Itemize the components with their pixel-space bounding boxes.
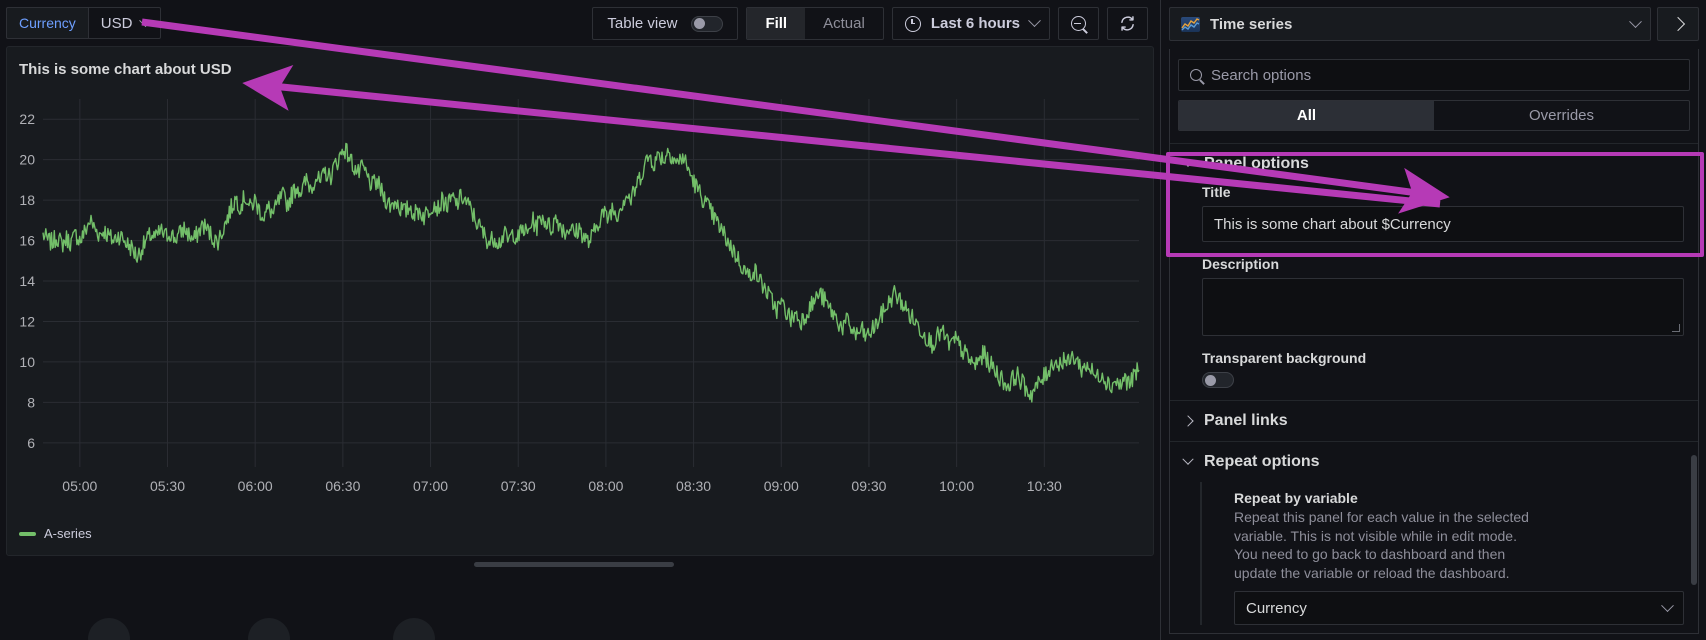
time-series-icon [1181,16,1200,32]
collapse-options-pane-button[interactable] [1657,7,1699,41]
panel-title: This is some chart about USD [19,61,232,78]
svg-text:05:00: 05:00 [62,478,97,494]
visualization-panel: This is some chart about USD 22 20 18 16 14 1… [6,46,1154,556]
legend-color-swatch [19,531,36,536]
chevron-right-icon [1670,16,1686,32]
variable-value-text: USD [100,14,133,32]
svg-text:14: 14 [19,273,35,289]
table-view-switch[interactable] [691,15,724,32]
field-description: Description [1170,256,1698,336]
time-range-label: Last 6 hours [930,15,1020,32]
svg-text:08:30: 08:30 [676,478,711,494]
search-options-placeholder: Search options [1211,66,1312,84]
fill-actual-radio-group: Fill Actual [746,7,884,40]
svg-text:20: 20 [19,152,35,168]
svg-text:10:00: 10:00 [939,478,974,494]
repeat-by-variable-label: Repeat by variable [1234,490,1358,506]
svg-text:12: 12 [19,313,35,329]
legend-series-label: A-series [44,526,92,541]
variable-value-dropdown[interactable]: USD [87,7,162,39]
visualization-name: Time series [1210,15,1293,33]
panel-editor-main: Currency USD Table view Fill Actual Last… [0,0,1160,640]
switch-knob [694,18,706,29]
refresh-icon [1121,16,1134,31]
zoom-out-time-range-button[interactable] [1058,7,1099,40]
clock-icon [904,15,921,32]
svg-text:18: 18 [19,192,35,208]
visualization-picker-row: Time series [1169,7,1699,41]
description-textarea[interactable] [1202,278,1684,336]
repeat-variable-value: Currency [1246,599,1307,617]
visualization-type-picker[interactable]: Time series [1169,7,1651,41]
transparent-background-switch[interactable] [1202,372,1234,388]
time-series-plot[interactable]: 22 20 18 16 14 12 10 8 6 05:00 05:30 06:00 06:30 07:0… [7,91,1155,511]
options-pane: Search options All Overrides Panel optio… [1169,49,1699,634]
repeat-variable-select[interactable]: Currency [1234,591,1684,626]
field-transparent-background: Transparent background [1170,350,1698,388]
decorative-circle [393,618,435,640]
tab-overrides[interactable]: Overrides [1434,101,1689,130]
fill-button[interactable]: Fill [747,8,806,39]
search-options-input[interactable]: Search options [1178,59,1690,91]
transparent-background-label: Transparent background [1202,350,1367,366]
section-panel-links[interactable]: Panel links [1170,400,1698,441]
panel-edit-toolbar: Table view Fill Actual Last 6 hours [592,7,1148,40]
svg-text:09:00: 09:00 [764,478,799,494]
description-label: Description [1202,256,1280,272]
table-view-toggle[interactable]: Table view [592,7,739,40]
chevron-right-icon [1182,415,1194,427]
repeat-options-body: Repeat by variable Repeat this panel for… [1200,482,1698,626]
svg-text:8: 8 [27,394,35,410]
actual-button[interactable]: Actual [805,8,883,39]
repeat-by-variable-description: Repeat this panel for each value in the … [1234,509,1529,581]
decorative-circle [88,618,130,640]
section-title-repeat-options: Repeat options [1204,453,1320,470]
chevron-down-icon [1028,14,1041,28]
svg-text:6: 6 [27,435,35,451]
chevron-down-icon [1182,453,1194,465]
svg-text:07:00: 07:00 [413,478,448,494]
panel-options-sidebar: Time series Search options All Overrides… [1160,0,1706,640]
svg-text:10:30: 10:30 [1027,478,1062,494]
tab-all[interactable]: All [1179,101,1434,130]
options-tabs: All Overrides [1178,100,1690,131]
chevron-down-icon [1661,599,1674,612]
svg-text:08:00: 08:00 [588,478,623,494]
refresh-dashboard-button[interactable] [1107,7,1148,40]
highlight-around-panel-options-title [1166,152,1704,257]
svg-text:07:30: 07:30 [501,478,536,494]
horizontal-scrollbar[interactable] [474,562,674,567]
search-icon [1190,69,1202,81]
svg-text:22: 22 [19,111,35,127]
chart-legend[interactable]: A-series [19,526,92,541]
chart-canvas: 22 20 18 16 14 12 10 8 6 05:00 05:30 06:00 06:30 07:0… [19,99,1140,494]
svg-text:10: 10 [19,354,35,370]
section-title-panel-links: Panel links [1204,412,1288,429]
svg-text:06:00: 06:00 [238,478,273,494]
zoom-out-icon [1071,16,1086,31]
section-repeat-options[interactable]: Repeat options [1170,441,1698,482]
chevron-down-icon [139,13,153,27]
svg-text:05:30: 05:30 [150,478,185,494]
variable-label-currency: Currency [6,7,88,39]
options-pane-scrollbar[interactable] [1691,455,1697,585]
switch-knob [1205,374,1216,386]
chevron-down-icon[interactable] [1629,14,1642,28]
table-view-label: Table view [607,15,678,32]
time-range-picker[interactable]: Last 6 hours [891,7,1050,40]
svg-text:09:30: 09:30 [851,478,886,494]
svg-text:06:30: 06:30 [325,478,360,494]
svg-text:16: 16 [19,233,35,249]
decorative-circle [248,618,290,640]
